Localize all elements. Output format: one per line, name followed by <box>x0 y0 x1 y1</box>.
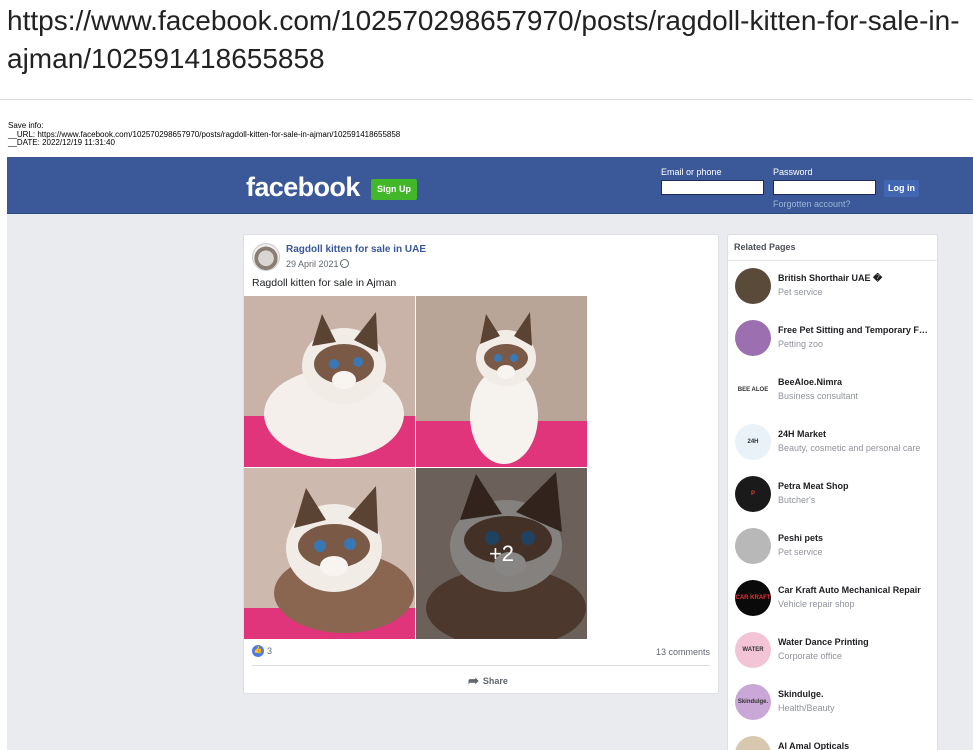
related-page-avatar[interactable] <box>735 736 771 750</box>
share-label: Share <box>482 676 508 686</box>
save-info-date: __DATE: 2022/12/19 11:31:40 <box>8 138 115 147</box>
related-page-name[interactable]: Petra Meat Shop <box>778 481 930 491</box>
related-page-category: Business consultant <box>778 391 859 401</box>
sign-up-button[interactable]: Sign Up <box>371 179 417 200</box>
cat-photo-1[interactable] <box>244 296 415 467</box>
related-page-avatar[interactable] <box>735 528 771 564</box>
post-text: Ragdoll kitten for sale in Ajman <box>252 277 397 289</box>
related-page-name[interactable]: 24H Market <box>778 429 930 439</box>
related-page-category: Vehicle repair shop <box>778 599 855 609</box>
forgotten-account-link[interactable]: Forgotten account? <box>773 199 851 209</box>
related-page-name[interactable]: Free Pet Sitting and Temporary F… <box>778 325 930 335</box>
related-page-item[interactable]: Peshi pets Pet service <box>735 528 933 568</box>
related-page-category: Butcher's <box>778 495 816 505</box>
related-page-name[interactable]: Al Amal Opticals <box>778 741 930 750</box>
photo-grid: +2 <box>244 296 587 639</box>
related-page-category: Beauty, cosmetic and personal care <box>778 443 921 453</box>
reactions[interactable]: 👍 3 <box>252 645 272 657</box>
related-page-item[interactable]: Al Amal Opticals <box>735 736 933 750</box>
page-avatar[interactable] <box>252 243 280 271</box>
related-page-avatar[interactable] <box>735 268 771 304</box>
post-page-name[interactable]: Ragdoll kitten for sale in UAE <box>286 244 426 255</box>
related-pages-title: Related Pages <box>734 242 796 252</box>
related-page-avatar[interactable]: Skindulge. <box>735 684 771 720</box>
related-page-category: Pet service <box>778 287 823 297</box>
related-pages-card: Related Pages British Shorthair UAE � Pet… <box>727 234 939 750</box>
related-page-avatar[interactable]: BEE ALOE <box>735 372 771 408</box>
related-page-avatar[interactable]: 24H <box>735 424 771 460</box>
post-divider <box>252 665 710 666</box>
password-field[interactable] <box>773 180 876 195</box>
related-page-avatar[interactable]: P <box>735 476 771 512</box>
related-divider <box>728 260 939 261</box>
related-page-item[interactable]: British Shorthair UAE � Pet service <box>735 268 933 308</box>
related-page-item[interactable]: WATER DANCE Water Dance Printing Corporate… <box>735 632 933 672</box>
related-page-item[interactable]: P Petra Meat Shop Butcher's <box>735 476 933 516</box>
cat-photo-4[interactable]: +2 <box>416 468 587 639</box>
related-page-item[interactable]: Skindulge. Skindulge. Health/Beauty <box>735 684 933 724</box>
related-page-name[interactable]: BeeAloe.Nimra <box>778 377 930 387</box>
related-page-avatar[interactable]: CAR KRAFT <box>735 580 771 616</box>
save-info: Save info: __URL: https://www.facebook.c… <box>8 121 400 148</box>
related-page-category: Corporate office <box>778 651 842 661</box>
facebook-logo[interactable]: facebook <box>246 172 360 203</box>
like-icon: 👍 <box>252 645 264 657</box>
post-card: Ragdoll kitten for sale in UAE 29 April … <box>243 234 719 694</box>
related-page-item[interactable]: 24H 24H Market Beauty, cosmetic and person… <box>735 424 933 464</box>
related-page-category: Pet service <box>778 547 823 557</box>
top-navigation-bar: facebook Sign Up Email or phone Password… <box>7 157 973 214</box>
header-divider <box>0 99 973 100</box>
share-icon: ➦ <box>468 673 479 688</box>
cat-photo-3[interactable] <box>244 468 415 639</box>
related-page-item[interactable]: CAR KRAFT Car Kraft Auto Mechanical Repai… <box>735 580 933 620</box>
facebook-page: facebook Sign Up Email or phone Password… <box>7 157 973 750</box>
archived-url-heading: https://www.facebook.com/102570298657970… <box>7 5 960 74</box>
cat-photo-2[interactable] <box>416 296 587 467</box>
related-page-name[interactable]: Peshi pets <box>778 533 930 543</box>
related-page-name[interactable]: Water Dance Printing <box>778 637 930 647</box>
related-page-item[interactable]: Free Pet Sitting and Temporary F… Petting… <box>735 320 933 360</box>
related-page-item[interactable]: BEE ALOE BeeAloe.Nimra Business consultant <box>735 372 933 412</box>
post-date[interactable]: 29 April 2021 · <box>286 259 344 269</box>
related-page-avatar[interactable] <box>735 320 771 356</box>
more-photos-overlay[interactable]: +2 <box>416 468 587 639</box>
password-label: Password <box>773 167 813 177</box>
related-page-category: Petting zoo <box>778 339 824 349</box>
related-page-name[interactable]: British Shorthair UAE � <box>778 273 930 284</box>
like-count: 3 <box>267 646 273 656</box>
related-page-name[interactable]: Skindulge. <box>778 689 930 699</box>
comments-count[interactable]: 13 comments <box>656 647 710 657</box>
share-button[interactable]: ➦ Share <box>468 673 508 689</box>
log-in-button[interactable]: Log in <box>884 180 919 197</box>
related-page-name[interactable]: Car Kraft Auto Mechanical Repair <box>778 585 930 595</box>
email-field[interactable] <box>661 180 764 195</box>
related-page-avatar[interactable]: WATER DANCE <box>735 632 771 668</box>
globe-icon <box>340 259 349 268</box>
related-page-category: Health/Beauty <box>778 703 835 713</box>
email-label: Email or phone <box>661 167 722 177</box>
